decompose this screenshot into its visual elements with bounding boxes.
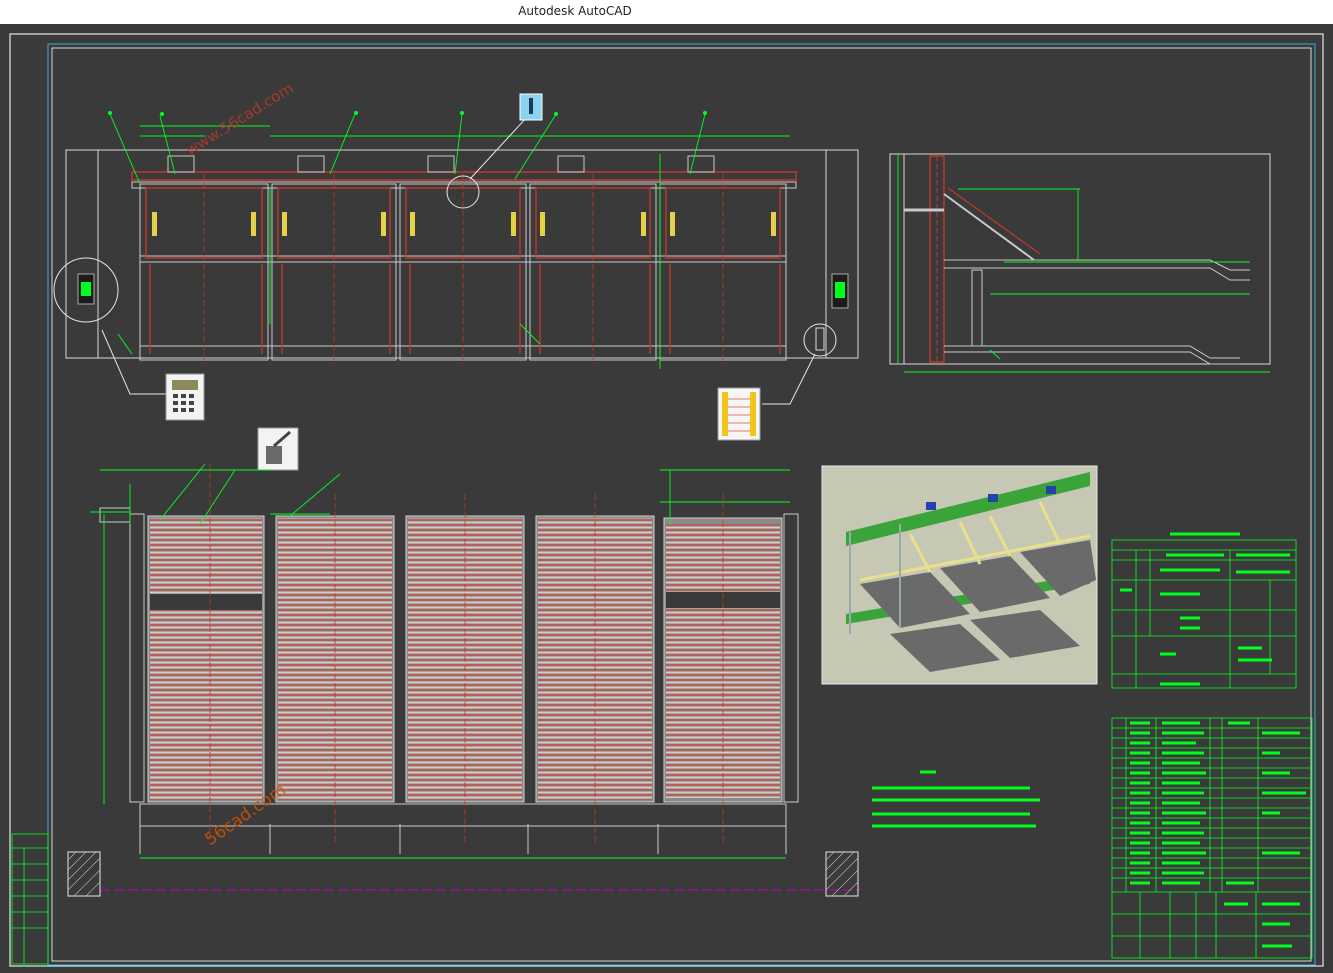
- technical-notes: [872, 770, 1040, 828]
- lift-button-icon: [519, 93, 543, 121]
- cad-drawing[interactable]: www.56cad.com 56cad.com: [0, 24, 1333, 973]
- top-plan-view: [67, 463, 860, 897]
- limit-switch-icon: [257, 427, 299, 471]
- revision-block: [11, 833, 49, 965]
- spec-table: [1111, 532, 1297, 689]
- card-reader-keypad-icon: [165, 373, 205, 421]
- light-curtain-sensor-icon: [717, 387, 761, 441]
- watermark-top: www.56cad.com: [183, 79, 297, 159]
- front-elevation-view: [53, 111, 859, 405]
- window-titlebar: Autodesk AutoCAD: [0, 0, 1333, 24]
- side-elevation-view: [889, 153, 1271, 373]
- foundation-right: [825, 851, 859, 897]
- foundation-left: [67, 851, 101, 897]
- window-title: Autodesk AutoCAD: [518, 4, 632, 18]
- drawing-canvas[interactable]: www.56cad.com 56cad.com: [0, 24, 1333, 973]
- isometric-render: [821, 465, 1098, 685]
